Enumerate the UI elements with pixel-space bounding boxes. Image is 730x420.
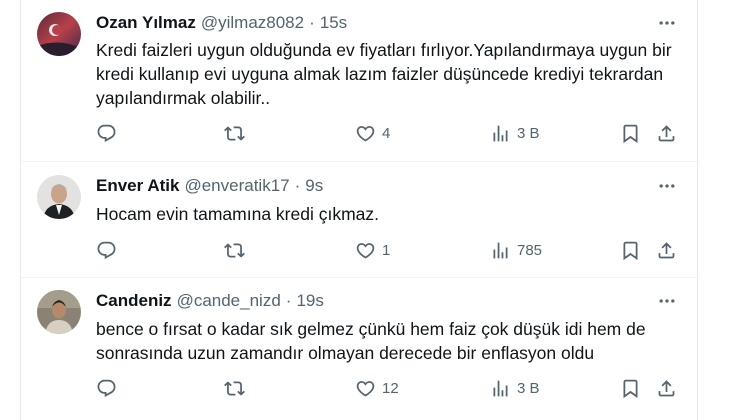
display-name[interactable]: Candeniz (96, 291, 172, 311)
user-handle[interactable]: @enveratik17 (184, 176, 289, 196)
action-bar: 1 785 (96, 237, 696, 263)
more-horizontal-icon[interactable] (655, 12, 679, 34)
retweet-icon (224, 125, 245, 141)
action-bar: 12 3 B (96, 375, 696, 401)
views-icon (493, 380, 508, 396)
views-icon (493, 125, 508, 141)
separator-dot: · (285, 291, 292, 310)
view-count: 785 (517, 241, 543, 259)
tweet-text: bence o fırsat o kadar sık gelmez çünkü … (96, 319, 646, 363)
display-name[interactable]: Enver Atik (96, 176, 179, 196)
avatar[interactable] (37, 175, 81, 219)
separator-dot: · (294, 176, 301, 195)
tweet-text: Kredi faizleri uygun olduğunda ev fiyatl… (96, 40, 672, 108)
heart-icon (356, 380, 375, 397)
heart-icon (356, 242, 375, 259)
bookmark-icon (623, 379, 638, 398)
like-count: 4 (382, 124, 391, 142)
like-count: 12 (382, 379, 399, 397)
avatar[interactable] (37, 12, 81, 56)
timestamp[interactable]: 9s (305, 176, 323, 196)
retweet-icon (224, 380, 245, 396)
tweet-header: Candeniz @cande_nizd · 19s (96, 290, 324, 312)
tweet[interactable]: Ozan Yılmaz @yilmaz8082 · 15s Kredi faiz… (21, 0, 697, 162)
action-bar: 4 3 B (96, 120, 696, 146)
reply-icon (97, 124, 116, 142)
user-handle[interactable]: @yilmaz8082 (201, 13, 304, 33)
views-button[interactable]: 3 B (490, 375, 540, 401)
view-count: 3 B (517, 379, 540, 397)
separator-dot: · (309, 13, 315, 32)
tweet-text: Hocam evin tamamına kredi çıkmaz. (96, 204, 380, 224)
reply-icon (97, 379, 116, 397)
like-count: 1 (382, 241, 391, 259)
more-horizontal-icon[interactable] (655, 290, 679, 312)
retweet-icon (224, 242, 245, 258)
tweet[interactable]: Candeniz @cande_nizd · 19s bence o fırsa… (21, 278, 697, 420)
reply-button[interactable] (96, 237, 117, 263)
retweet-button[interactable] (224, 237, 245, 263)
reply-button[interactable] (96, 120, 117, 146)
views-button[interactable]: 3 B (490, 120, 540, 146)
retweet-button[interactable] (224, 375, 245, 401)
share-icon (658, 379, 675, 396)
user-handle[interactable]: @cande_nizd (177, 291, 281, 311)
tweet-header: Enver Atik @enveratik17 · 9s (96, 175, 323, 197)
timestamp[interactable]: 19s (296, 291, 323, 311)
heart-icon (356, 125, 375, 142)
views-button[interactable]: 785 (490, 237, 542, 263)
share-icon (658, 241, 675, 258)
column-border-right (697, 0, 698, 420)
tweet[interactable]: Enver Atik @enveratik17 · 9s Hocam evin … (21, 162, 697, 277)
share-button[interactable] (656, 375, 677, 401)
reply-icon (97, 241, 116, 259)
reply-thread: Ozan Yılmaz @yilmaz8082 · 15s Kredi faiz… (0, 0, 730, 420)
avatar[interactable] (37, 290, 81, 334)
share-button[interactable] (656, 120, 677, 146)
timestamp[interactable]: 15s (320, 13, 347, 33)
reply-button[interactable] (96, 375, 117, 401)
share-button[interactable] (656, 237, 677, 263)
like-button[interactable]: 1 (355, 237, 390, 263)
share-icon (658, 124, 675, 141)
bookmark-button[interactable] (620, 237, 641, 263)
views-icon (493, 242, 508, 258)
tweet-header: Ozan Yılmaz @yilmaz8082 · 15s (96, 12, 347, 34)
retweet-button[interactable] (224, 120, 245, 146)
view-count: 3 B (517, 124, 540, 142)
bookmark-button[interactable] (620, 375, 641, 401)
like-button[interactable]: 4 (355, 120, 390, 146)
display-name[interactable]: Ozan Yılmaz (96, 13, 196, 33)
bookmark-button[interactable] (620, 120, 641, 146)
more-horizontal-icon[interactable] (655, 175, 679, 197)
bookmark-icon (623, 124, 638, 143)
bookmark-icon (623, 241, 638, 260)
like-button[interactable]: 12 (355, 375, 399, 401)
